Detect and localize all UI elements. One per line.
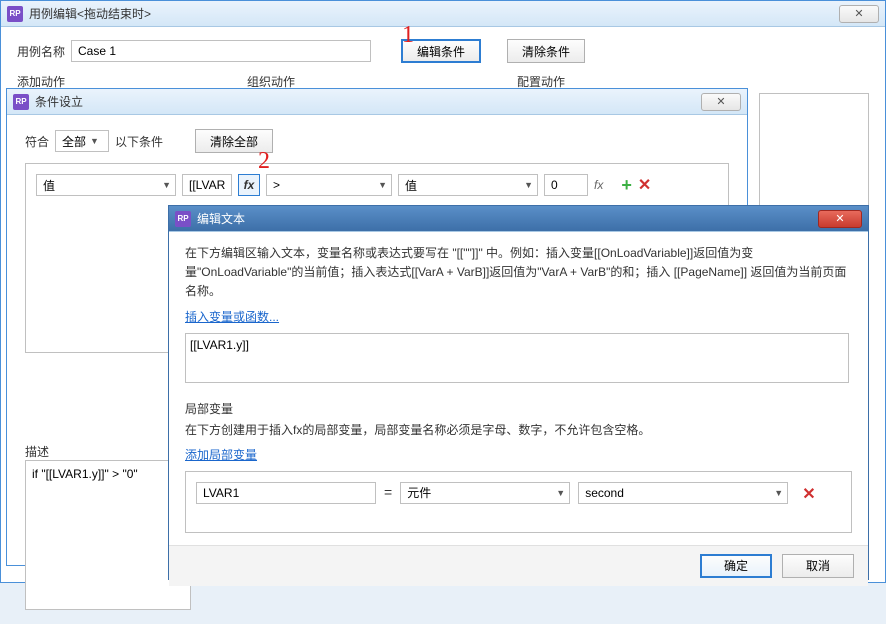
win2-close-button[interactable]: ✕ [701, 93, 741, 111]
left-type-select[interactable]: 值 ▼ [36, 174, 176, 196]
operator-select[interactable]: > ▼ [266, 174, 392, 196]
local-var-type-select[interactable]: 元件 ▼ [400, 482, 570, 504]
local-vars-container: = 元件 ▼ second ▼ ✕ [185, 471, 852, 533]
cancel-button[interactable]: 取消 [782, 554, 854, 578]
chevron-down-icon: ▼ [556, 488, 565, 498]
win1-close-button[interactable]: ✕ [839, 5, 879, 23]
right-type-select[interactable]: 值 ▼ [398, 174, 538, 196]
instructions-text: 在下方编辑区输入文本，变量名称或表达式要写在 "[[""]]" 中。例如：插入变… [185, 244, 852, 302]
chevron-down-icon: ▼ [90, 136, 99, 146]
left-type-value: 值 [43, 177, 55, 194]
win3-titlebar: RP 编辑文本 [169, 206, 868, 232]
operator-value: > [273, 178, 280, 192]
description-box: if "[[LVAR1.y]]" > "0" [25, 460, 191, 610]
match-suffix: 以下条件 [115, 133, 163, 150]
chevron-down-icon: ▼ [774, 488, 783, 498]
ok-button[interactable]: 确定 [700, 554, 772, 578]
fx-button-left[interactable]: fx [238, 174, 260, 196]
local-var-type-value: 元件 [407, 484, 431, 501]
local-var-label: 局部变量 [185, 400, 852, 417]
chevron-down-icon: ▼ [524, 180, 533, 190]
chevron-down-icon: ▼ [378, 180, 387, 190]
match-select-value: 全部 [62, 133, 86, 150]
fx-button-right[interactable]: fx [594, 178, 603, 192]
win1-title: 用例编辑<拖动结束时> [29, 5, 839, 22]
app-icon: RP [13, 94, 29, 110]
local-var-instructions: 在下方创建用于插入fx的局部变量，局部变量名称必须是字母、数字，不允许包含空格。 [185, 421, 852, 440]
local-var-target-select[interactable]: second ▼ [578, 482, 788, 504]
add-local-var-link[interactable]: 添加局部变量 [185, 446, 257, 463]
annotation-marker-1: 1 [402, 22, 414, 49]
case-name-input[interactable] [71, 40, 371, 62]
insert-variable-link[interactable]: 插入变量或函数... [185, 308, 279, 325]
win3-close-button[interactable] [818, 210, 862, 228]
add-condition-icon[interactable]: + [621, 175, 632, 196]
match-label: 符合 [25, 133, 49, 150]
condition-row: 值 ▼ fx > ▼ 值 ▼ fx + ✕ [36, 174, 718, 196]
match-select[interactable]: 全部 ▼ [55, 130, 109, 152]
case-name-label: 用例名称 [17, 43, 65, 60]
expression-textarea[interactable] [185, 333, 849, 383]
chevron-down-icon: ▼ [162, 180, 171, 190]
description-text: if "[[LVAR1.y]]" > "0" [32, 467, 138, 481]
right-value-input[interactable] [544, 174, 588, 196]
app-icon: RP [7, 6, 23, 22]
annotation-marker-2: 2 [258, 148, 270, 175]
equals-sign: = [384, 482, 392, 500]
win2-titlebar: RP 条件设立 ✕ [7, 89, 747, 115]
right-type-value: 值 [405, 177, 417, 194]
delete-local-var-icon[interactable]: ✕ [802, 484, 815, 504]
local-var-name-input[interactable] [196, 482, 376, 504]
win2-title: 条件设立 [35, 93, 701, 110]
win3-title: 编辑文本 [197, 210, 818, 227]
win1-titlebar: RP 用例编辑<拖动结束时> ✕ [1, 1, 885, 27]
delete-condition-icon[interactable]: ✕ [638, 175, 651, 195]
local-var-target-value: second [585, 486, 624, 500]
app-icon: RP [175, 211, 191, 227]
left-value-input[interactable] [182, 174, 232, 196]
clear-condition-button[interactable]: 清除条件 [507, 39, 585, 63]
